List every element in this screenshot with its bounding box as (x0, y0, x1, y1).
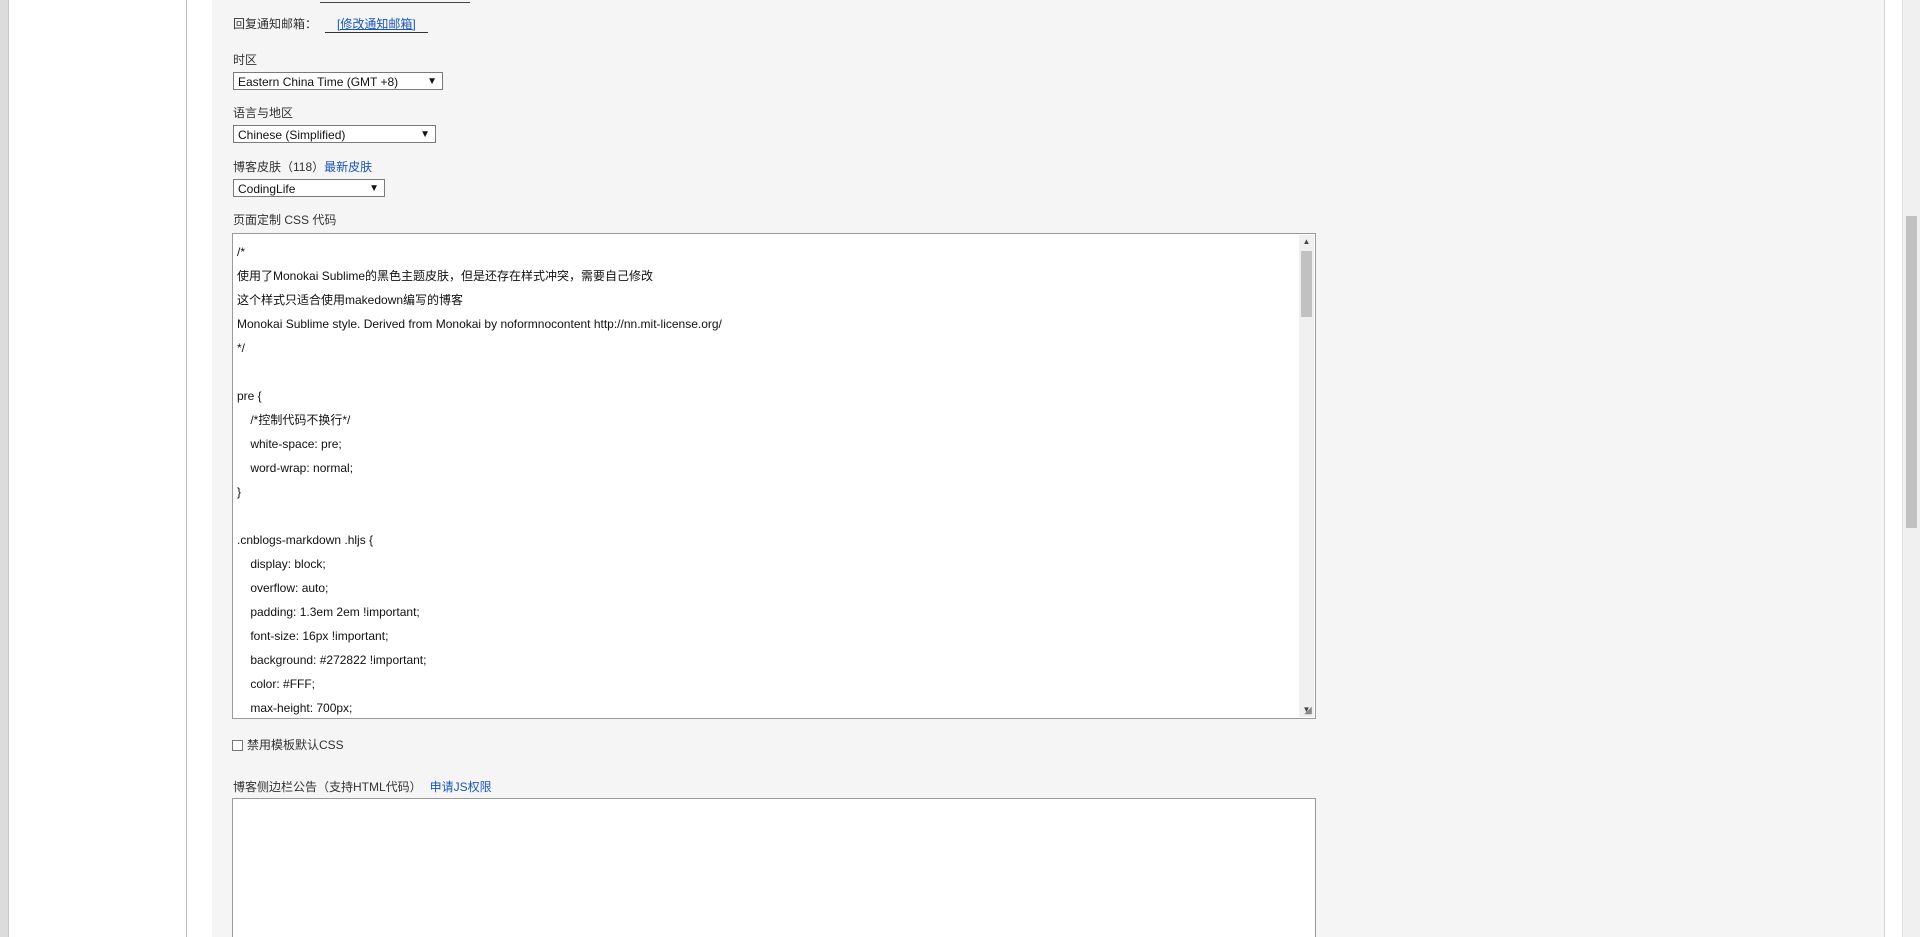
css-textarea-scrollbar[interactable]: ▲ ▼ (1299, 235, 1314, 717)
chevron-down-icon: ▼ (420, 129, 430, 140)
language-field: 语言与地区 Chinese (Simplified) ▼ (233, 105, 436, 143)
css-code-line: /*控制代码不换行*/ (237, 413, 351, 427)
css-label: 页面定制 CSS 代码 (233, 213, 337, 227)
skin-field: 博客皮肤（118）最新皮肤 CodingLife ▼ (233, 159, 385, 197)
apply-js-link[interactable]: 申请JS权限 (430, 780, 492, 794)
page-scrollbar-thumb[interactable] (1906, 216, 1917, 528)
latest-skins-link[interactable]: 最新皮肤 (324, 160, 372, 174)
css-code-line: color: #FFF; (237, 677, 316, 691)
timezone-label: 时区 (233, 53, 258, 67)
left-border (186, 0, 187, 937)
skin-label-row: 博客皮肤（118）最新皮肤 (233, 159, 385, 175)
reply-email-label: 回复通知邮箱： (233, 17, 318, 31)
css-code-line: overflow: auto; (237, 581, 329, 595)
cutoff-field-underline (320, 0, 470, 3)
css-scrollbar-thumb[interactable] (1301, 251, 1312, 317)
reply-email-row: 回复通知邮箱： [修改通知邮箱] (233, 16, 428, 33)
css-code-line: display: block; (237, 557, 326, 571)
skin-select[interactable]: CodingLife ▼ (233, 179, 385, 197)
page-scrollbar[interactable] (1902, 0, 1920, 937)
change-email-link[interactable]: [修改通知邮箱] (325, 16, 428, 33)
disable-default-css-checkbox[interactable] (232, 739, 243, 751)
resize-grip-icon[interactable]: ◢ (1302, 705, 1314, 717)
css-code-line: pre { (237, 389, 262, 403)
language-select[interactable]: Chinese (Simplified) ▼ (233, 125, 436, 143)
css-code-content: /* 使用了Monokai Sublime的黑色主题皮肤，但是还存在样式冲突，需要… (237, 240, 1287, 718)
sidebar-notice-label: 博客侧边栏公告（支持HTML代码） (233, 780, 422, 794)
css-code-line (237, 504, 1287, 528)
css-code-line: 使用了Monokai Sublime的黑色主题皮肤，但是还存在样式冲突，需要自己… (237, 269, 654, 283)
timezone-field: 时区 Eastern China Time (GMT +8) ▼ (233, 52, 443, 90)
css-code-line: } (237, 485, 242, 499)
css-code-line: .cnblogs-markdown .hljs { (237, 533, 374, 547)
css-code-line (237, 360, 1287, 384)
css-code-line: max-height: 700px; (237, 701, 353, 715)
left-gutter (0, 0, 9, 937)
sidebar-notice-label-row: 博客侧边栏公告（支持HTML代码） 申请JS权限 (233, 779, 492, 795)
language-label: 语言与地区 (233, 106, 294, 120)
css-textarea[interactable]: /* 使用了Monokai Sublime的黑色主题皮肤，但是还存在样式冲突，需要… (232, 233, 1316, 719)
chevron-down-icon: ▼ (427, 76, 437, 87)
settings-page: 回复通知邮箱： [修改通知邮箱] 时区 Eastern China Time (G… (0, 0, 1920, 937)
css-code-line: background: #272822 !important; (237, 653, 427, 667)
css-code-line: white-space: pre; (237, 437, 342, 451)
css-code-line: */ (237, 341, 246, 355)
arrow-up-icon[interactable]: ▲ (1299, 235, 1314, 249)
disable-default-css-label: 禁用模板默认CSS (247, 738, 344, 752)
timezone-select[interactable]: Eastern China Time (GMT +8) ▼ (233, 72, 443, 90)
chevron-down-icon: ▼ (369, 183, 379, 194)
language-selected: Chinese (Simplified) (238, 128, 346, 142)
disable-default-css-row: 禁用模板默认CSS (232, 737, 344, 753)
timezone-selected: Eastern China Time (GMT +8) (238, 75, 399, 89)
css-code-line: 这个样式只适合使用makedown编写的博客 (237, 293, 464, 307)
right-gutter (1884, 0, 1903, 937)
css-code-line: Monokai Sublime style. Derived from Mono… (237, 317, 722, 331)
css-code-line: font-size: 16px !important; (237, 629, 389, 643)
skin-selected: CodingLife (238, 182, 296, 196)
css-code-line: /* (237, 245, 246, 259)
sidebar-notice-textarea[interactable] (232, 798, 1316, 937)
css-code-line: word-wrap: normal; (237, 461, 354, 475)
css-code-line: padding: 1.3em 2em !important; (237, 605, 420, 619)
skin-label: 博客皮肤（118） (233, 160, 325, 174)
